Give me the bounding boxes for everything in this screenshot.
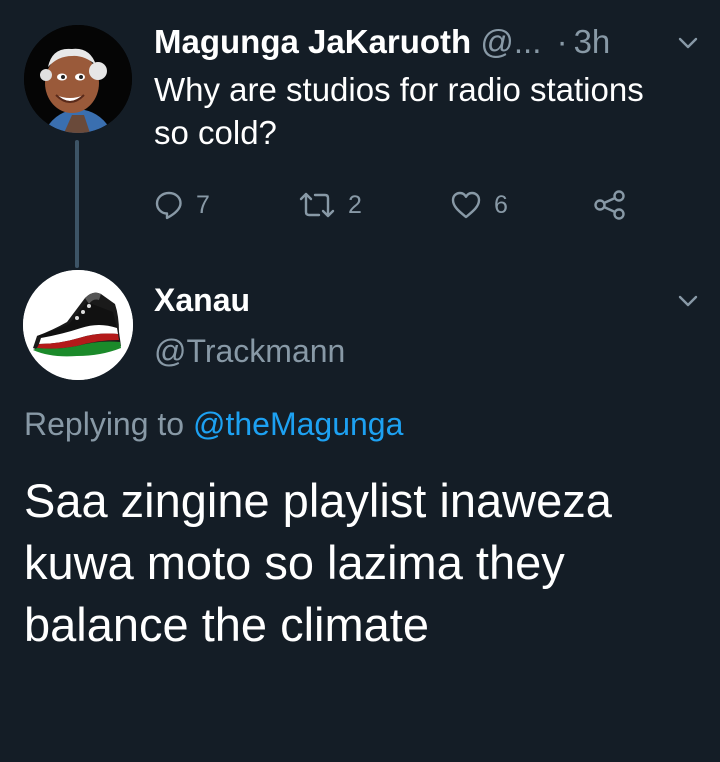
share-icon <box>593 190 627 220</box>
parent-author-handle[interactable]: @... <box>480 23 541 60</box>
reply-chevron-down-icon[interactable] <box>678 294 698 308</box>
thread-connector-line <box>75 140 79 268</box>
parent-author-name[interactable]: Magunga JaKaruoth <box>154 23 471 60</box>
parent-tweet-actions: 7 2 6 <box>150 190 660 230</box>
like-count: 6 <box>494 190 508 219</box>
reply-author-name[interactable]: Xanau <box>154 282 250 319</box>
retweet-icon <box>298 190 336 220</box>
replying-to-line: Replying to @theMagunga <box>24 406 403 443</box>
replying-to-mention-link[interactable]: @theMagunga <box>193 406 403 442</box>
speech-bubble-icon <box>154 190 184 220</box>
heart-icon <box>450 190 482 220</box>
parent-tweet-time[interactable]: 3h <box>574 23 611 60</box>
parent-tweet-text: Why are studios for radio stations so co… <box>154 71 644 151</box>
retweet-button[interactable]: 2 <box>298 190 362 220</box>
like-button[interactable]: 6 <box>450 190 508 220</box>
reply-button[interactable]: 7 <box>154 190 210 220</box>
reply-author-avatar[interactable] <box>23 270 133 380</box>
share-button[interactable] <box>593 190 627 220</box>
header-separator: · <box>556 23 568 60</box>
author-avatar[interactable] <box>24 25 132 133</box>
parent-tweet-header: Magunga JaKaruoth @... · 3h <box>154 22 610 62</box>
reply-author-handle[interactable]: @Trackmann <box>154 333 345 370</box>
reply-count: 7 <box>196 190 210 219</box>
parent-chevron-down-icon[interactable] <box>678 36 698 50</box>
reply-tweet-text: Saa zingine playlist inaweza kuwa moto s… <box>24 474 612 651</box>
replying-to-label: Replying to <box>24 406 185 442</box>
retweet-count: 2 <box>348 190 362 219</box>
